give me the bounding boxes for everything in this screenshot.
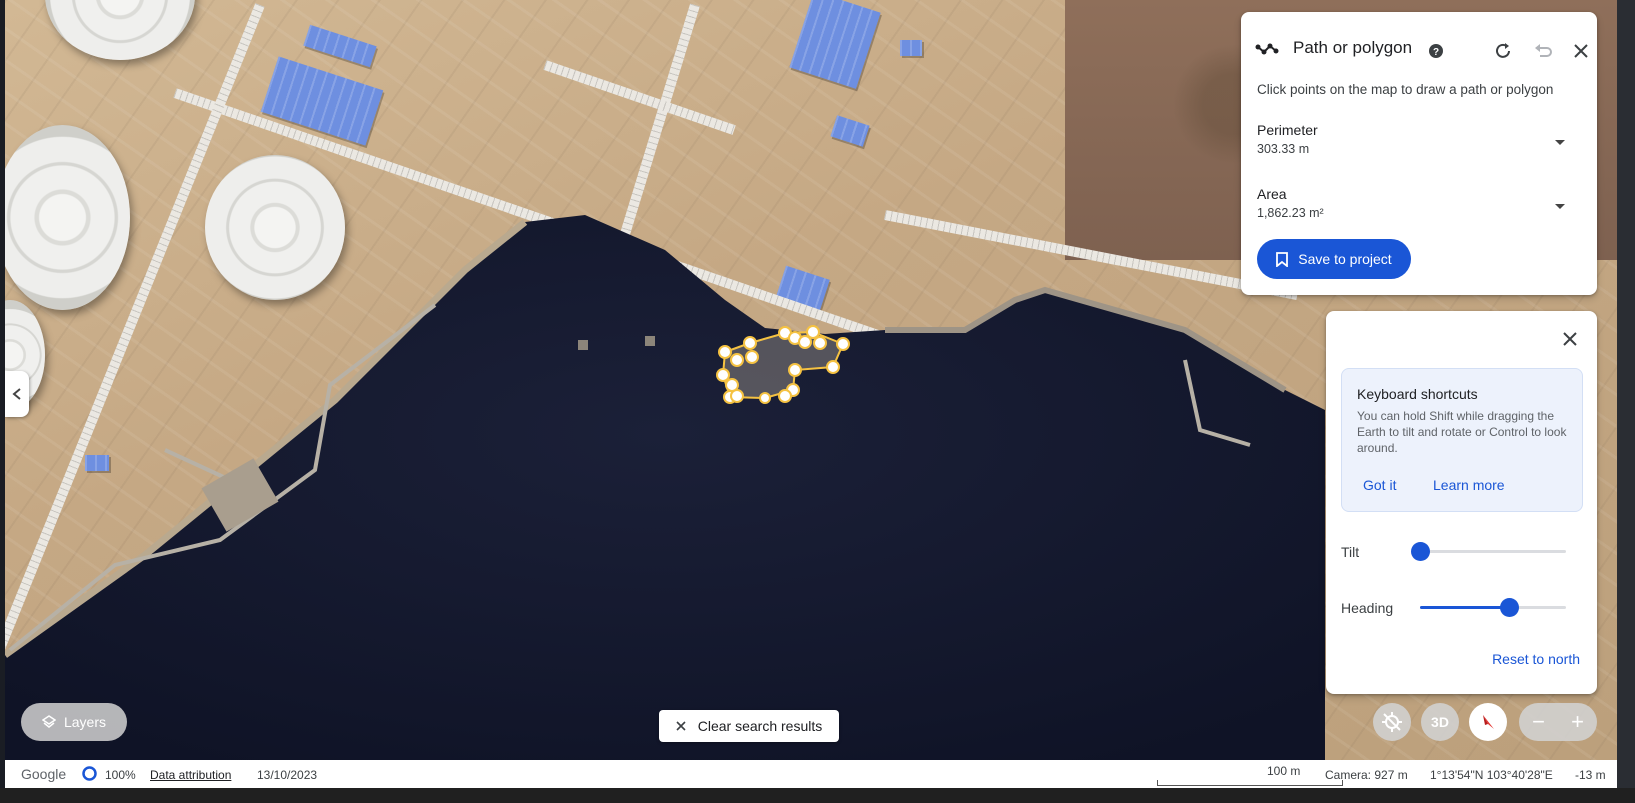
undo-icon <box>1535 44 1552 57</box>
window-edge <box>1617 0 1635 788</box>
layers-button[interactable]: Layers <box>21 703 127 741</box>
clear-search-results-button[interactable]: Clear search results <box>659 710 839 742</box>
location-off-icon <box>1382 712 1402 732</box>
coordinates: 1°13'54"N 103°40'28"E <box>1430 768 1553 782</box>
learn-more-link[interactable]: Learn more <box>1433 477 1505 493</box>
area-value: 1,862.23 m² <box>1257 206 1324 220</box>
save-to-project-label: Save to project <box>1298 251 1392 267</box>
status-bar: Google 100% Data attribution 13/10/2023 … <box>5 760 1617 788</box>
area-units-dropdown[interactable] <box>1555 204 1565 209</box>
area-label: Area <box>1257 186 1287 202</box>
camera-altitude: Camera: 927 m <box>1325 768 1408 782</box>
zoom-out-button[interactable]: − <box>1519 703 1558 741</box>
layers-label: Layers <box>63 714 107 730</box>
progress-ring-icon <box>82 766 97 781</box>
area-section: Area 1,862.23 m² <box>1257 186 1324 220</box>
load-percent: 100% <box>105 768 136 782</box>
svg-text:?: ? <box>1433 47 1439 58</box>
close-icon <box>1574 44 1588 58</box>
compass-icon <box>1483 715 1494 729</box>
help-button[interactable]: ? <box>1422 37 1450 65</box>
scale-label: 100 m <box>1267 764 1301 778</box>
reset-to-north-link[interactable]: Reset to north <box>1492 651 1580 667</box>
imagery-date: 13/10/2023 <box>257 768 318 782</box>
google-logo: Google <box>21 766 67 782</box>
measure-instructions: Click points on the map to draw a path o… <box>1257 82 1554 97</box>
compass-button[interactable] <box>1469 703 1507 741</box>
save-to-project-button[interactable]: Save to project <box>1257 239 1411 279</box>
undo-button[interactable] <box>1529 37 1557 65</box>
heading-slider-fill <box>1420 606 1510 609</box>
tilt-label: Tilt <box>1341 544 1360 560</box>
loading-indicator <box>82 766 97 784</box>
elevation: -13 m <box>1575 768 1606 782</box>
view-controls-panel: Keyboard shortcuts You can hold Shift wh… <box>1326 311 1597 694</box>
perimeter-units-dropdown[interactable] <box>1555 140 1565 145</box>
tilt-slider-handle[interactable] <box>1411 542 1430 561</box>
refresh-button[interactable] <box>1489 37 1517 65</box>
help-icon: ? <box>1429 44 1443 58</box>
close-button[interactable] <box>1567 37 1595 65</box>
expand-sidebar-button[interactable] <box>5 371 29 417</box>
heading-label: Heading <box>1341 600 1394 616</box>
bookmark-icon <box>1276 251 1289 267</box>
layers-icon <box>41 715 56 728</box>
got-it-link[interactable]: Got it <box>1363 477 1396 493</box>
path-icon <box>1255 43 1279 55</box>
os-taskbar <box>0 788 1635 803</box>
close-icon <box>676 721 686 731</box>
chevron-left-icon <box>12 388 21 400</box>
zoom-control: − + <box>1519 703 1597 741</box>
measure-panel-header: Path or polygon <box>1255 38 1412 58</box>
perimeter-label: Perimeter <box>1257 122 1318 138</box>
keyboard-shortcuts-card: Keyboard shortcuts You can hold Shift wh… <box>1341 368 1583 512</box>
zoom-in-button[interactable]: + <box>1558 703 1597 741</box>
keyboard-shortcuts-text: You can hold Shift while dragging the Ea… <box>1357 409 1567 455</box>
heading-slider-handle[interactable] <box>1500 598 1520 617</box>
tilt-slider[interactable] <box>1411 542 1566 561</box>
data-attribution-link[interactable]: Data attribution <box>150 768 231 782</box>
perimeter-value: 303.33 m <box>1257 142 1310 156</box>
3d-toggle-button[interactable]: 3D <box>1421 703 1459 741</box>
heading-slider[interactable] <box>1420 598 1566 617</box>
close-icon <box>1563 332 1577 346</box>
measure-panel-title: Path or polygon <box>1293 38 1413 57</box>
close-button[interactable] <box>1556 325 1584 353</box>
measure-panel: Path or polygon ? Click points on the ma… <box>1241 12 1597 295</box>
location-button[interactable] <box>1373 703 1411 741</box>
keyboard-shortcuts-title: Keyboard shortcuts <box>1357 386 1478 402</box>
clear-search-results-label: Clear search results <box>697 718 823 734</box>
perimeter-section: Perimeter 303.33 m <box>1257 122 1318 156</box>
refresh-icon <box>1496 43 1510 58</box>
scale-bar <box>1157 780 1343 786</box>
